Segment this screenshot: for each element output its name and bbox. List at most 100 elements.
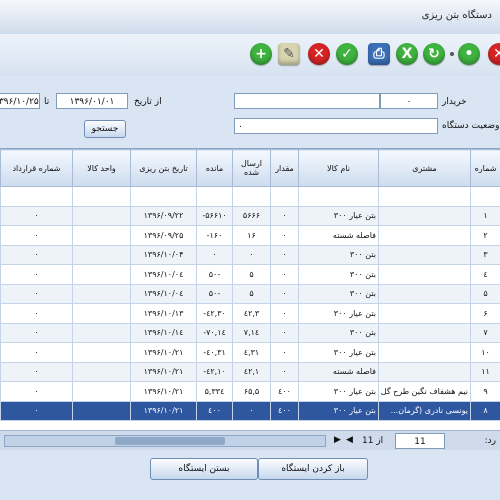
table-cell[interactable]: ۵۶۶۶ [232, 205, 271, 226]
table-cell[interactable] [72, 342, 131, 363]
table-cell[interactable] [72, 225, 131, 246]
table-cell[interactable]: ٤۲,۳۰- [196, 303, 233, 324]
to-date-field[interactable]: ۱۳۹۶/۱۰/۲۵ [0, 93, 40, 109]
table-cell[interactable]: -۵۰ [196, 283, 233, 304]
print-icon[interactable]: ⎙ [368, 43, 390, 65]
table-cell[interactable]: یونسی نادری (گرمان... [378, 400, 471, 421]
excel-icon[interactable]: X [396, 43, 418, 65]
page-field[interactable]: 11 [395, 433, 445, 449]
table-cell[interactable]: ۷ [470, 322, 500, 343]
table-cell[interactable]: ٤۰۰ [270, 400, 299, 421]
from-date-field[interactable]: ۱۳۹۶/۰۱/۰۱ [56, 93, 128, 109]
table-cell[interactable] [72, 283, 131, 304]
scrollbar-thumb[interactable] [115, 437, 225, 445]
table-row[interactable]: ۱ بتن عیار ۳۰۰ ۰ ۵۶۶۶ ۵۶۶۱۰- ۱۳۹۶/۰۹/۲۲ ۰ [0, 205, 500, 226]
table-cell[interactable]: ۱۳۹۶/۰۹/۲۲ [130, 205, 197, 226]
table-row[interactable]: ۸ یونسی نادری (گرمان... بتن عیار ۳۰۰ ٤۰۰ ۰ ٤۰… [0, 400, 500, 421]
col-header[interactable]: مانده [196, 149, 233, 187]
table-cell[interactable] [270, 186, 299, 207]
table-cell[interactable]: ۶۵,۵ [232, 381, 271, 402]
table-cell[interactable]: ۰ [232, 400, 271, 421]
open-station-button[interactable]: باز کردن ایستگاه [258, 458, 368, 480]
table-cell[interactable]: ۹ [470, 381, 500, 402]
table-cell[interactable] [378, 361, 471, 382]
table-cell[interactable] [196, 186, 233, 207]
table-cell[interactable]: بتن عیار ۳۰۰ [298, 205, 379, 226]
table-cell[interactable]: بتن عیار ۳۰۰ [298, 381, 379, 402]
table-cell[interactable]: ۰ [270, 244, 299, 265]
table-cell[interactable]: ۳ [470, 244, 500, 265]
col-header[interactable]: واحد کالا [72, 149, 131, 187]
table-cell[interactable]: ۱ [470, 205, 500, 226]
table-cell[interactable]: ۱۳۹۶/۱۰/۲۱ [130, 361, 197, 382]
table-row[interactable]: ۶ بتن عیار ۳۰۰ ۰ ٤۲,۳ ٤۲,۳۰- ۱۳۹۶/۱۰/۱۳ ۰ [0, 303, 500, 324]
table-cell[interactable] [72, 244, 131, 265]
col-header[interactable]: مشتری [378, 149, 471, 187]
table-cell[interactable]: ۳۱,٤ [232, 342, 271, 363]
table-cell[interactable] [378, 186, 471, 207]
table-cell[interactable] [298, 186, 379, 207]
col-header[interactable]: مقدار [270, 149, 299, 187]
table-cell[interactable] [72, 264, 131, 285]
table-cell[interactable]: ۰ [0, 400, 73, 421]
table-row[interactable]: ۲ فاصله شسته ۰ ۱۶ ۱۶۰- ۱۳۹۶/۰۹/۲۵ ۰ [0, 225, 500, 246]
delete-icon[interactable]: ✕ [308, 43, 330, 65]
table-cell[interactable]: ۰ [270, 322, 299, 343]
table-cell[interactable]: ١٤,۷۰- [196, 322, 233, 343]
table-cell[interactable] [0, 186, 73, 207]
table-cell[interactable] [378, 225, 471, 246]
table-cell[interactable]: ۰ [270, 283, 299, 304]
add-icon[interactable]: + [250, 43, 272, 65]
confirm-icon[interactable]: ✓ [336, 43, 358, 65]
status-field[interactable]: ۰ [234, 118, 438, 134]
table-cell[interactable] [130, 186, 197, 207]
table-cell[interactable] [378, 322, 471, 343]
table-cell[interactable]: ۰ [0, 205, 73, 226]
table-cell[interactable]: ۳۱,٤۰- [196, 342, 233, 363]
table-cell[interactable]: ۰ [0, 381, 73, 402]
table-cell[interactable] [378, 342, 471, 363]
table-cell[interactable]: ۱۳۹۶/۱۰/۲۱ [130, 342, 197, 363]
table-cell[interactable]: ۰ [270, 303, 299, 324]
table-cell[interactable]: ۱۳۹۶/۱۰/۰۴ [130, 244, 197, 265]
table-cell[interactable] [72, 361, 131, 382]
table-cell[interactable] [378, 264, 471, 285]
table-cell[interactable]: ۱۳۹۶/۱۰/۲۱ [130, 381, 197, 402]
table-cell[interactable]: ۰ [232, 244, 271, 265]
table-cell[interactable]: ۰ [0, 244, 73, 265]
table-cell[interactable]: ۰ [270, 205, 299, 226]
table-cell[interactable]: ۰ [270, 342, 299, 363]
table-cell[interactable]: بتن ۳۰۰ [298, 244, 379, 265]
table-cell[interactable]: ۵۶۶۱۰- [196, 205, 233, 226]
table-cell[interactable] [72, 303, 131, 324]
table-cell[interactable]: ۶ [470, 303, 500, 324]
table-cell[interactable]: ۱۳۹۶/۱۰/۲۱ [130, 400, 197, 421]
table-cell[interactable]: ۳۳٤,۵ [196, 381, 233, 402]
table-cell[interactable]: ۱۱ [470, 361, 500, 382]
table-cell[interactable]: ۱۶۰- [196, 225, 233, 246]
table-row[interactable]: ۵ بتن ۳۰۰ ۰ ۵ -۵۰ ۱۳۹۶/۱۰/۰٤ ۰ [0, 283, 500, 304]
table-cell[interactable] [232, 186, 271, 207]
table-cell[interactable]: بتن ۳۰۰ [298, 283, 379, 304]
nav-prev-icon[interactable]: ◀ [346, 435, 353, 445]
table-cell[interactable] [378, 205, 471, 226]
table-cell[interactable]: ۸ [470, 400, 500, 421]
table-cell[interactable]: ۱۳۹۶/۱۰/۱۳ [130, 303, 197, 324]
table-cell[interactable]: ۱۳۹۶/۱۰/۰٤ [130, 264, 197, 285]
table-row[interactable]: ۹ نیم هشفاف نگین طرح گل بتن عیار ۳۰۰ ٤۰۰ ۶۵,… [0, 381, 500, 402]
table-row[interactable]: ۱۱ فاصله شسته ۰ ٤۲,۱ ٤۲,۱۰- ۱۳۹۶/۱۰/۲۱ ۰ [0, 361, 500, 382]
table-cell[interactable]: ۵ [232, 283, 271, 304]
table-cell[interactable] [72, 381, 131, 402]
table-cell[interactable]: ٤۰۰ [196, 400, 233, 421]
table-cell[interactable]: ۰ [0, 361, 73, 382]
table-cell[interactable] [378, 303, 471, 324]
nav-next-icon[interactable]: ▶ [334, 435, 341, 445]
table-cell[interactable]: ۱۳۹۶/۰۹/۲۵ [130, 225, 197, 246]
table-cell[interactable]: ۰ [0, 264, 73, 285]
table-cell[interactable]: بتن ۳۰۰ [298, 322, 379, 343]
table-cell[interactable] [72, 322, 131, 343]
table-cell[interactable] [72, 205, 131, 226]
table-row[interactable] [0, 186, 500, 207]
horizontal-scrollbar[interactable] [4, 435, 326, 447]
table-cell[interactable]: -۵۰ [196, 264, 233, 285]
